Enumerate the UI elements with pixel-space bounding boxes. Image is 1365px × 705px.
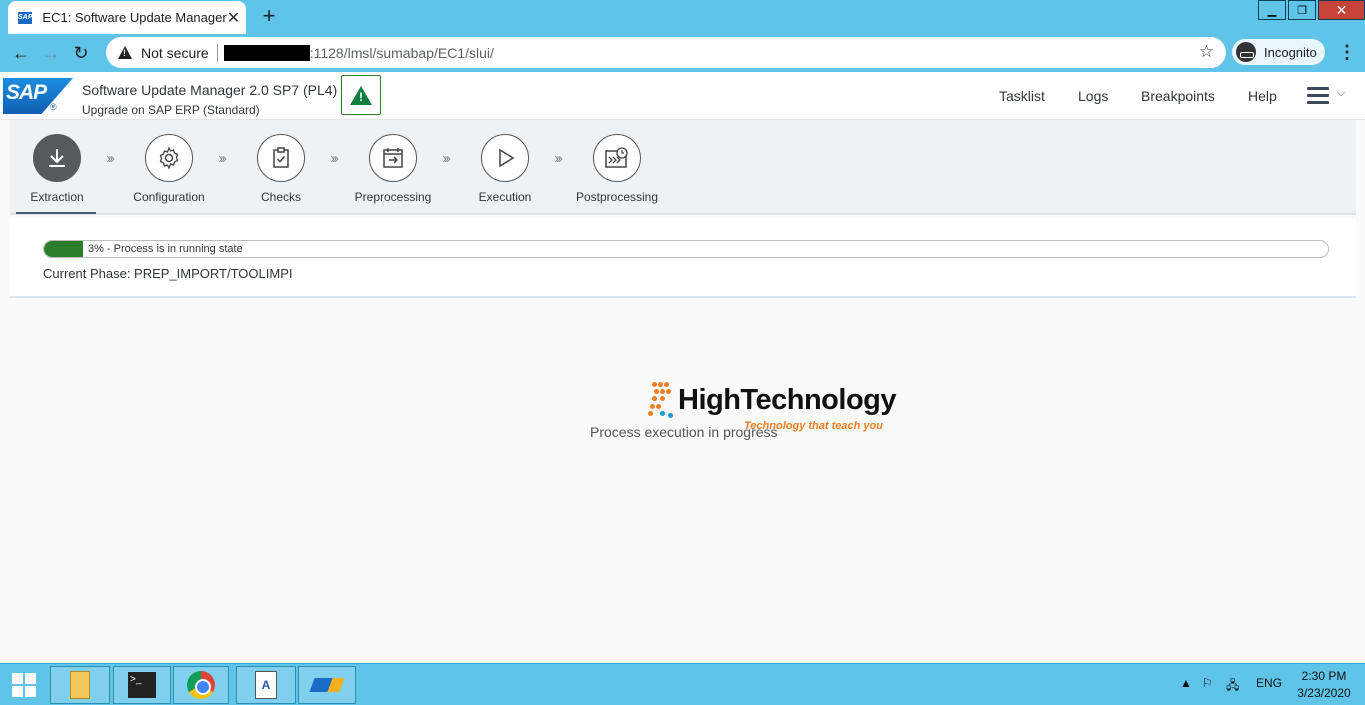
nav-breakpoints[interactable]: Breakpoints [1141, 88, 1215, 104]
browser-titlebar: SAP EC1: Software Update Manager ✕ + ▁ ❐… [0, 0, 1365, 34]
nav-tasklist[interactable]: Tasklist [999, 88, 1045, 104]
browser-tab[interactable]: SAP EC1: Software Update Manager ✕ [8, 1, 246, 34]
incognito-badge[interactable]: Incognito [1232, 39, 1325, 65]
language-indicator[interactable]: ENG [1256, 676, 1282, 690]
history-icon [593, 134, 641, 182]
browser-toolbar: ← → ↻ Not secure :1128/lmsl/sumabap/EC1/… [0, 34, 1365, 72]
network-icon[interactable]: 🖧 [1226, 676, 1239, 697]
incognito-label: Incognito [1264, 44, 1317, 60]
progress-bar: 3% - Process is in running state [43, 240, 1329, 258]
step-label: Execution [478, 190, 532, 204]
close-window-button[interactable]: ✕ [1318, 0, 1365, 20]
progress-panel: 3% - Process is in running state Current… [10, 218, 1356, 298]
chevrons-right-icon: ››› [106, 150, 115, 167]
step-checks[interactable]: Checks [226, 134, 336, 204]
step-label: Preprocessing [354, 190, 432, 204]
app-header: SAP ® Software Update Manager 2.0 SP7 (P… [0, 72, 1365, 120]
chevrons-right-icon: ››› [218, 150, 227, 167]
progress-fill [44, 241, 83, 257]
tab-close-icon[interactable]: ✕ [227, 8, 240, 28]
sap-favicon-icon: SAP [18, 11, 33, 24]
powershell-icon[interactable]: >_ [113, 666, 171, 704]
watermark-logo: HighTechnology Technology that teach you [646, 380, 897, 436]
alert-button[interactable] [341, 75, 381, 115]
step-execution[interactable]: Execution [450, 134, 560, 204]
reload-button[interactable]: ↻ [66, 43, 96, 64]
back-button[interactable]: ← [6, 43, 36, 64]
system-clock[interactable]: 2:30 PM 3/23/2020 [1290, 668, 1358, 702]
step-configuration[interactable]: Configuration [114, 134, 224, 204]
watermark-dots-icon [646, 380, 676, 420]
bookmark-star-icon[interactable]: ☆ [1199, 42, 1214, 62]
chrome-icon[interactable] [173, 666, 229, 704]
restore-button[interactable]: ❐ [1288, 0, 1316, 20]
step-extraction[interactable]: Extraction [2, 134, 112, 204]
clipboard-check-icon [257, 134, 305, 182]
minimize-button[interactable]: ▁ [1258, 0, 1286, 20]
address-separator [216, 43, 218, 62]
redacted-host [223, 44, 310, 61]
current-phase: Current Phase: PREP_IMPORT/TOOLIMPI [43, 266, 293, 281]
registered-mark: ® [50, 102, 57, 112]
chevrons-right-icon: ››› [442, 150, 451, 167]
windows-start-icon[interactable] [8, 666, 40, 704]
incognito-icon [1236, 42, 1256, 62]
step-label: Extraction [30, 190, 84, 204]
step-label: Configuration [133, 190, 205, 204]
chevrons-right-icon: ››› [330, 150, 339, 167]
security-label: Not secure [141, 44, 209, 61]
roadmap: Extraction ››› Configuration ››› Checks … [10, 120, 1356, 215]
step-postprocessing[interactable]: Postprocessing [562, 134, 672, 204]
hamburger-menu-icon[interactable] [1307, 87, 1329, 105]
chevron-down-icon[interactable]: ⌵ [1337, 87, 1345, 100]
warning-triangle-icon [350, 85, 372, 105]
taskbar: >_ A ▲ ⚐ 🖧 ENG 2:30 PM 3/23/2020 [0, 663, 1365, 705]
address-bar[interactable]: Not secure :1128/lmsl/sumabap/EC1/slui/ … [106, 37, 1226, 68]
active-step-indicator [16, 212, 96, 214]
watermark-tagline: Technology that teach you [744, 420, 883, 432]
step-label: Checks [260, 190, 301, 204]
tab-title: EC1: Software Update Manager [42, 10, 227, 25]
watermark-title: HighTechnology [678, 384, 897, 416]
app-subtitle: Upgrade on SAP ERP (Standard) [82, 103, 260, 117]
play-icon [481, 134, 529, 182]
step-label: Postprocessing [575, 190, 659, 204]
chevrons-right-icon: ››› [554, 150, 563, 167]
sap-logo: SAP [3, 78, 73, 114]
file-explorer-icon[interactable] [50, 666, 110, 704]
url-text: :1128/lmsl/sumabap/EC1/slui/ [309, 44, 494, 61]
sap-logon-icon[interactable] [298, 666, 356, 704]
clock-date: 3/23/2020 [1297, 686, 1351, 700]
flag-icon[interactable]: ⚐ [1202, 676, 1213, 690]
gear-icon [145, 134, 193, 182]
step-preprocessing[interactable]: Preprocessing [338, 134, 448, 204]
window-controls: ▁ ❐ ✕ [1256, 0, 1365, 20]
calendar-arrow-icon [369, 134, 417, 182]
wordpad-icon[interactable]: A [236, 666, 296, 704]
nav-logs[interactable]: Logs [1078, 88, 1108, 104]
clock-time: 2:30 PM [1301, 669, 1347, 683]
progress-text: 3% - Process is in running state [88, 243, 243, 255]
download-icon [33, 134, 81, 182]
nav-help[interactable]: Help [1248, 88, 1277, 104]
tray-expand-icon[interactable]: ▲ [1180, 676, 1192, 690]
forward-button[interactable]: → [36, 43, 66, 64]
warning-icon [118, 46, 132, 59]
new-tab-button[interactable]: + [258, 4, 280, 28]
app-title: Software Update Manager 2.0 SP7 (PL4) [82, 82, 338, 98]
browser-menu-icon[interactable]: ⋮ [1338, 42, 1356, 63]
